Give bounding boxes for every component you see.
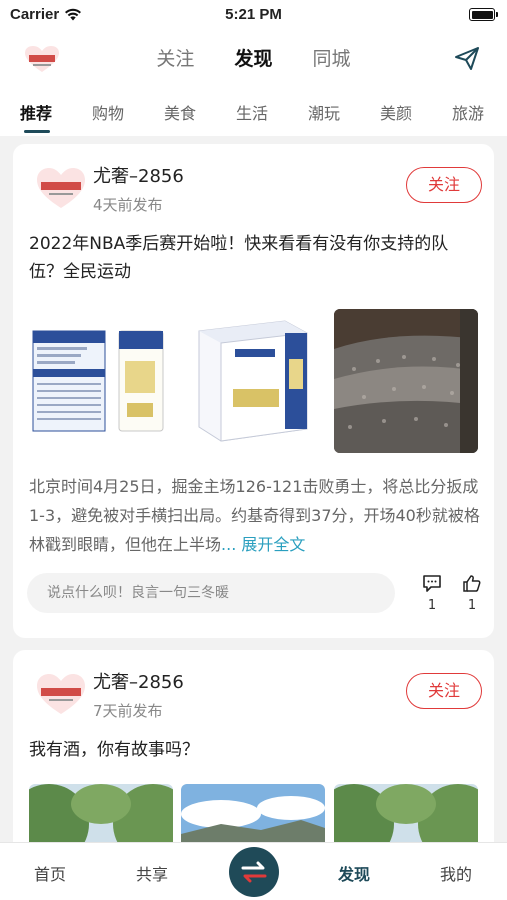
username[interactable]: 尤奢–2856 xyxy=(93,162,184,188)
avatar[interactable] xyxy=(31,162,91,212)
category-recommend[interactable]: 推荐 xyxy=(20,100,52,124)
post-title[interactable]: 我有酒，你有故事吗？ xyxy=(29,736,481,764)
tab-discover-bottom[interactable]: 发现 xyxy=(338,861,370,885)
category-shopping[interactable]: 购物 xyxy=(92,100,124,124)
tab-discover[interactable]: 发现 xyxy=(234,44,272,71)
post-card[interactable]: 尤奢–2856 7天前发布 关注 我有酒，你有故事吗？ xyxy=(13,650,494,842)
tab-share[interactable]: 共享 xyxy=(136,861,168,885)
tab-follow[interactable]: 关注 xyxy=(156,44,194,71)
username[interactable]: 尤奢–2856 xyxy=(93,668,184,694)
bottom-tab-bar: 首页 共享 发现 我的 xyxy=(0,842,507,900)
follow-button[interactable]: 关注 xyxy=(406,167,482,203)
comment-action[interactable]: 1 xyxy=(419,574,445,613)
send-icon[interactable] xyxy=(453,44,481,72)
tab-home[interactable]: 首页 xyxy=(34,861,66,885)
status-bar: Carrier 5:21 PM xyxy=(0,0,507,30)
post-time: 7天前发布 xyxy=(93,702,163,720)
post-time: 4天前发布 xyxy=(93,196,163,214)
category-trendy-toys[interactable]: 潮玩 xyxy=(308,100,340,124)
comment-icon[interactable] xyxy=(422,574,442,593)
exchange-button[interactable] xyxy=(229,847,279,897)
post-image-tree-road[interactable] xyxy=(29,784,173,842)
category-food[interactable]: 美食 xyxy=(164,100,196,124)
post-image-milk-box[interactable] xyxy=(181,309,325,453)
active-category-indicator xyxy=(24,130,50,133)
like-action[interactable]: 1 xyxy=(459,574,485,613)
category-life[interactable]: 生活 xyxy=(236,100,268,124)
battery-icon xyxy=(469,8,498,21)
avatar[interactable] xyxy=(31,668,91,718)
expand-full-text-link[interactable]: ... 展开全文 xyxy=(221,535,305,554)
top-navigation: 关注 发现 同城 xyxy=(0,30,507,88)
follow-button[interactable]: 关注 xyxy=(406,673,482,709)
post-card[interactable]: 尤奢–2856 4天前发布 关注 2022年NBA季后赛开始啦！快来看看有没有你… xyxy=(13,144,494,638)
category-travel[interactable]: 旅游 xyxy=(452,100,484,124)
category-bar: 推荐 购物 美食 生活 潮玩 美颜 旅游 xyxy=(0,88,507,136)
exchange-arrows-icon xyxy=(241,861,267,883)
tab-local[interactable]: 同城 xyxy=(313,44,351,71)
post-image-tree-road[interactable] xyxy=(334,784,478,842)
tab-me[interactable]: 我的 xyxy=(440,861,472,885)
post-excerpt[interactable]: 北京时间4月25日，掘金主场126-121击败勇士，将总比分扳成1-3，避免被对… xyxy=(29,472,481,559)
post-title[interactable]: 2022年NBA季后赛开始啦！快来看看有没有你支持的队伍？全民运动 xyxy=(29,230,481,286)
comment-input[interactable]: 说点什么呗！良言一句三冬暖 xyxy=(27,573,395,613)
post-image-crowd[interactable] xyxy=(334,309,478,453)
post-image-sky-landscape[interactable] xyxy=(181,784,325,842)
comment-count: 1 xyxy=(427,598,437,613)
like-count: 1 xyxy=(467,598,477,613)
top-tabs: 关注 发现 同城 xyxy=(0,44,507,71)
thumbs-up-icon[interactable] xyxy=(462,574,482,593)
post-feed[interactable]: 尤奢–2856 4天前发布 关注 2022年NBA季后赛开始啦！快来看看有没有你… xyxy=(0,136,507,842)
post-image-nutrition-carton[interactable] xyxy=(29,309,173,453)
category-beauty[interactable]: 美颜 xyxy=(380,100,412,124)
status-time: 5:21 PM xyxy=(225,6,282,23)
